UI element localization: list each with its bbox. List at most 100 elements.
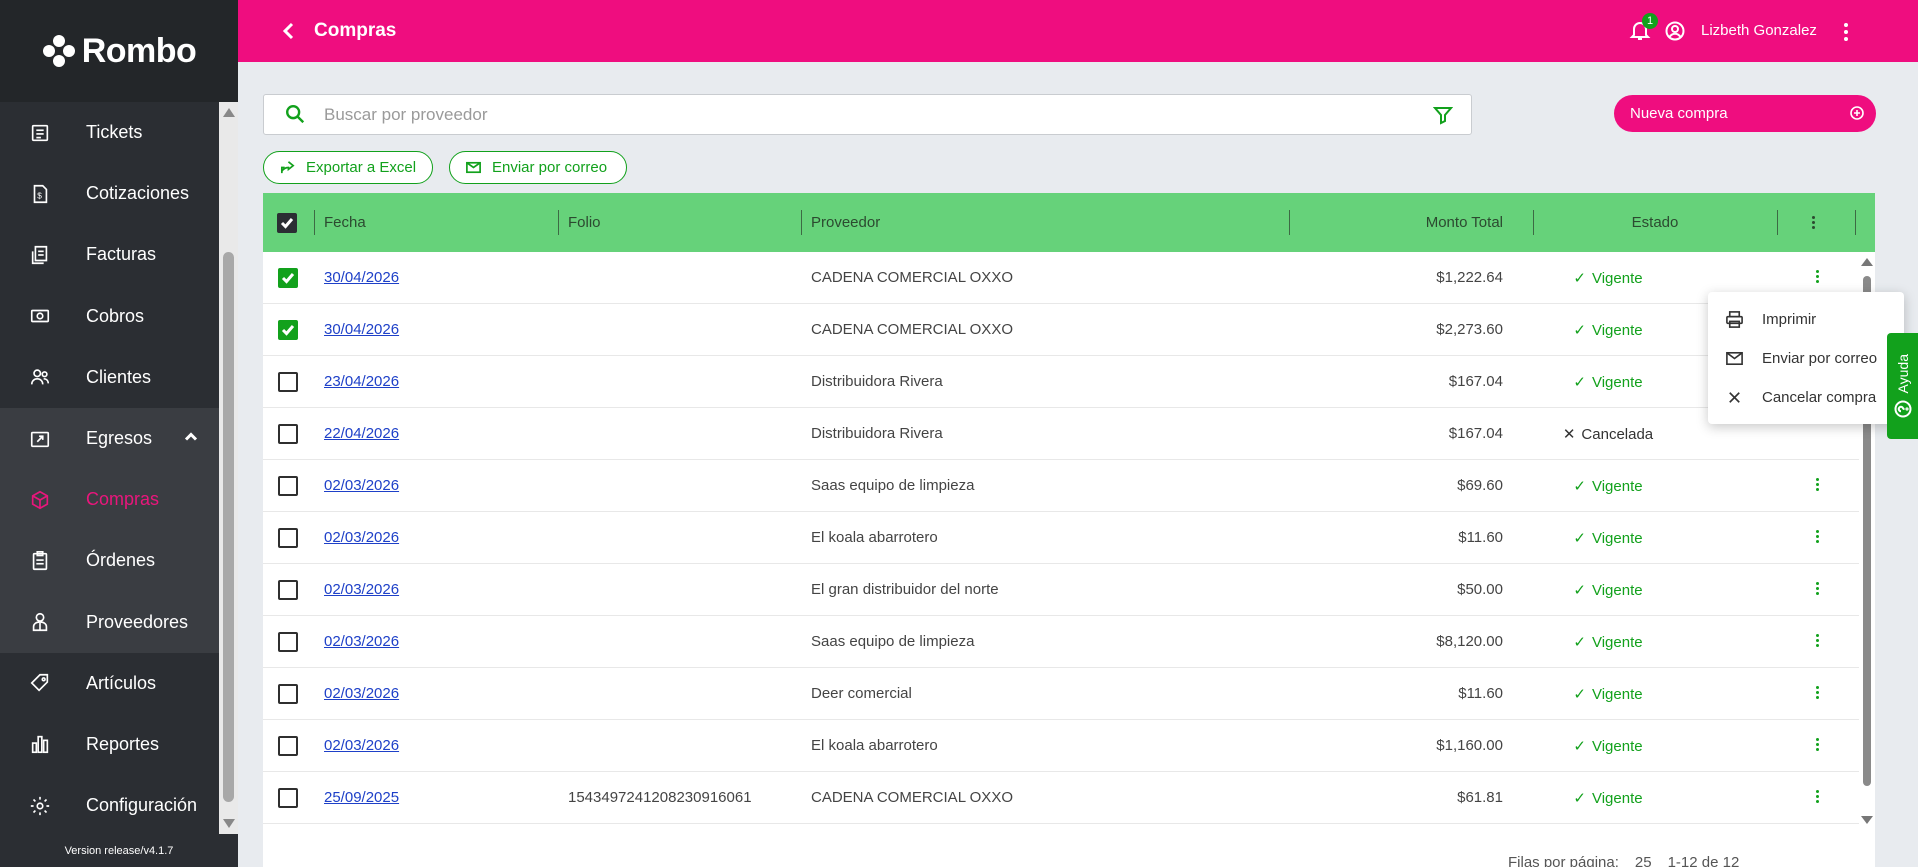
- status-label: Vigente: [1591, 737, 1643, 755]
- sidebar-item-facturas[interactable]: Facturas: [0, 224, 219, 285]
- filter-icon[interactable]: [1432, 105, 1454, 125]
- row-status: ✓ Vigente: [1533, 477, 1683, 496]
- row-actions-icon[interactable]: [1813, 268, 1821, 288]
- scroll-down-arrow-icon[interactable]: [223, 819, 235, 828]
- table-row[interactable]: 22/04/2026 Distribuidora Rivera $167.04 ✕ Ca…: [263, 408, 1859, 460]
- status-label: Vigente: [1591, 269, 1643, 287]
- rombo-logo-icon: [42, 35, 75, 67]
- table-row[interactable]: 25/09/2025 1543497241208230916061 CADENA C…: [263, 772, 1859, 824]
- row-actions-icon[interactable]: [1813, 684, 1821, 704]
- invoice-icon: [28, 243, 52, 267]
- column-header-proveedor[interactable]: Proveedor: [811, 193, 880, 252]
- sidebar-item-cobros[interactable]: Cobros: [0, 286, 219, 347]
- sidebar-item-tickets[interactable]: Tickets: [0, 102, 219, 163]
- row-actions-icon[interactable]: [1813, 632, 1821, 652]
- row-status: ✓ Vigente: [1533, 321, 1683, 340]
- row-fecha-link[interactable]: 02/03/2026: [324, 737, 399, 754]
- row-actions-icon[interactable]: [1813, 476, 1821, 496]
- row-fecha-link[interactable]: 30/04/2026: [324, 269, 399, 286]
- column-header-folio[interactable]: Folio: [568, 193, 601, 252]
- sidebar-item-proveedores[interactable]: Proveedores: [0, 591, 219, 653]
- sidebar-scrollbar[interactable]: [219, 102, 238, 834]
- table-row[interactable]: 02/03/2026 Saas equipo de limpieza $69.60 ✓…: [263, 460, 1859, 512]
- row-fecha-link[interactable]: 25/09/2025: [324, 789, 399, 806]
- table-row[interactable]: 23/04/2026 Distribuidora Rivera $167.04 ✓ Vi…: [263, 356, 1859, 408]
- sidebar-item-egresos[interactable]: Egresos: [0, 407, 219, 470]
- row-checkbox[interactable]: [278, 424, 298, 444]
- row-actions-icon[interactable]: [1813, 580, 1821, 600]
- row-checkbox[interactable]: [278, 580, 298, 600]
- sidebar-item-clientes[interactable]: Clientes: [0, 347, 219, 408]
- new-purchase-button[interactable]: Nueva compra: [1614, 95, 1876, 132]
- sidebar-item-label: Artículos: [86, 672, 157, 693]
- chart-icon: [28, 732, 52, 756]
- scroll-up-arrow-icon[interactable]: [223, 108, 235, 117]
- table-row[interactable]: 02/03/2026 Saas equipo de limpieza $8,120.…: [263, 616, 1859, 668]
- scroll-down-arrow-icon[interactable]: [1861, 816, 1873, 824]
- back-arrow-icon[interactable]: [280, 21, 300, 41]
- menu-item-enviar-correo[interactable]: Enviar por correo: [1708, 339, 1904, 378]
- row-checkbox[interactable]: [278, 788, 298, 808]
- row-fecha-link[interactable]: 22/04/2026: [324, 425, 399, 442]
- row-fecha-link[interactable]: 02/03/2026: [324, 581, 399, 598]
- row-monto: $1,160.00: [1436, 737, 1503, 754]
- select-all-checkbox[interactable]: [277, 212, 297, 233]
- column-header-estado[interactable]: Estado: [1533, 193, 1777, 252]
- search-input[interactable]: [324, 104, 1404, 125]
- sidebar-item-compras[interactable]: Compras: [0, 469, 219, 531]
- brand-logo[interactable]: Rombo: [0, 0, 238, 102]
- menu-item-cancelar-compra[interactable]: Cancelar compra: [1708, 378, 1904, 417]
- row-checkbox[interactable]: [278, 320, 298, 340]
- column-header-monto[interactable]: Monto Total: [1343, 193, 1503, 252]
- sidebar-item-reportes[interactable]: Reportes: [0, 714, 219, 775]
- row-monto: $8,120.00: [1436, 633, 1503, 650]
- sidebar-item-configuracion[interactable]: Configuración: [0, 775, 219, 834]
- send-mail-button[interactable]: Enviar por correo: [449, 151, 627, 184]
- status-label: Vigente: [1591, 321, 1643, 339]
- user-circle-icon[interactable]: [1665, 21, 1685, 41]
- row-checkbox[interactable]: [278, 268, 298, 288]
- table-row[interactable]: 30/04/2026 CADENA COMERCIAL OXXO $2,273.60…: [263, 304, 1859, 356]
- table-row[interactable]: 02/03/2026 El gran distribuidor del norte…: [263, 564, 1859, 616]
- share-icon: [280, 161, 295, 174]
- column-options-icon[interactable]: [1812, 193, 1815, 252]
- table-row[interactable]: 02/03/2026 El koala abarrotero $1,160.00 ✓ V…: [263, 720, 1859, 772]
- column-header-fecha[interactable]: Fecha: [324, 193, 366, 252]
- table-row[interactable]: 02/03/2026 El koala abarrotero $11.60 ✓ Vige…: [263, 512, 1859, 564]
- row-fecha-link[interactable]: 02/03/2026: [324, 477, 399, 494]
- status-label: Vigente: [1591, 789, 1643, 807]
- rows-per-page-select[interactable]: 25: [1635, 854, 1652, 867]
- more-options-icon[interactable]: [1842, 20, 1850, 42]
- sidebar-item-label: Cotizaciones: [86, 183, 190, 204]
- row-fecha-link[interactable]: 02/03/2026: [324, 529, 399, 546]
- row-fecha-link[interactable]: 02/03/2026: [324, 685, 399, 702]
- scroll-up-arrow-icon[interactable]: [1861, 258, 1873, 266]
- row-checkbox[interactable]: [278, 684, 298, 704]
- row-fecha-link[interactable]: 23/04/2026: [324, 373, 399, 390]
- ticket-icon: [28, 121, 52, 145]
- scrollbar-thumb[interactable]: [223, 252, 234, 802]
- sidebar-item-ordenes[interactable]: Órdenes: [0, 530, 219, 592]
- row-checkbox[interactable]: [278, 736, 298, 756]
- row-checkbox[interactable]: [278, 372, 298, 392]
- row-actions-icon[interactable]: [1813, 528, 1821, 548]
- close-icon: [1724, 388, 1744, 408]
- status-label: Vigente: [1591, 685, 1643, 703]
- sidebar-item-articulos[interactable]: Artículos: [0, 653, 219, 714]
- user-name[interactable]: Lizbeth Gonzalez: [1701, 22, 1817, 39]
- check-icon: ✓: [1573, 790, 1586, 807]
- row-actions-icon[interactable]: [1813, 736, 1821, 756]
- table-row[interactable]: 02/03/2026 Deer comercial $11.60 ✓ Vigente: [263, 668, 1859, 720]
- row-checkbox[interactable]: [278, 476, 298, 496]
- row-fecha-link[interactable]: 02/03/2026: [324, 633, 399, 650]
- row-checkbox[interactable]: [278, 528, 298, 548]
- row-checkbox[interactable]: [278, 632, 298, 652]
- help-tab[interactable]: Ayuda: [1887, 333, 1918, 439]
- table-row[interactable]: 30/04/2026 CADENA COMERCIAL OXXO $1,222.64…: [263, 252, 1859, 304]
- sidebar-item-cotizaciones[interactable]: $ Cotizaciones: [0, 163, 219, 224]
- search-bar: [263, 94, 1472, 135]
- export-excel-button[interactable]: Exportar a Excel: [263, 151, 433, 184]
- row-fecha-link[interactable]: 30/04/2026: [324, 321, 399, 338]
- menu-item-imprimir[interactable]: Imprimir: [1708, 300, 1904, 339]
- row-actions-icon[interactable]: [1813, 788, 1821, 808]
